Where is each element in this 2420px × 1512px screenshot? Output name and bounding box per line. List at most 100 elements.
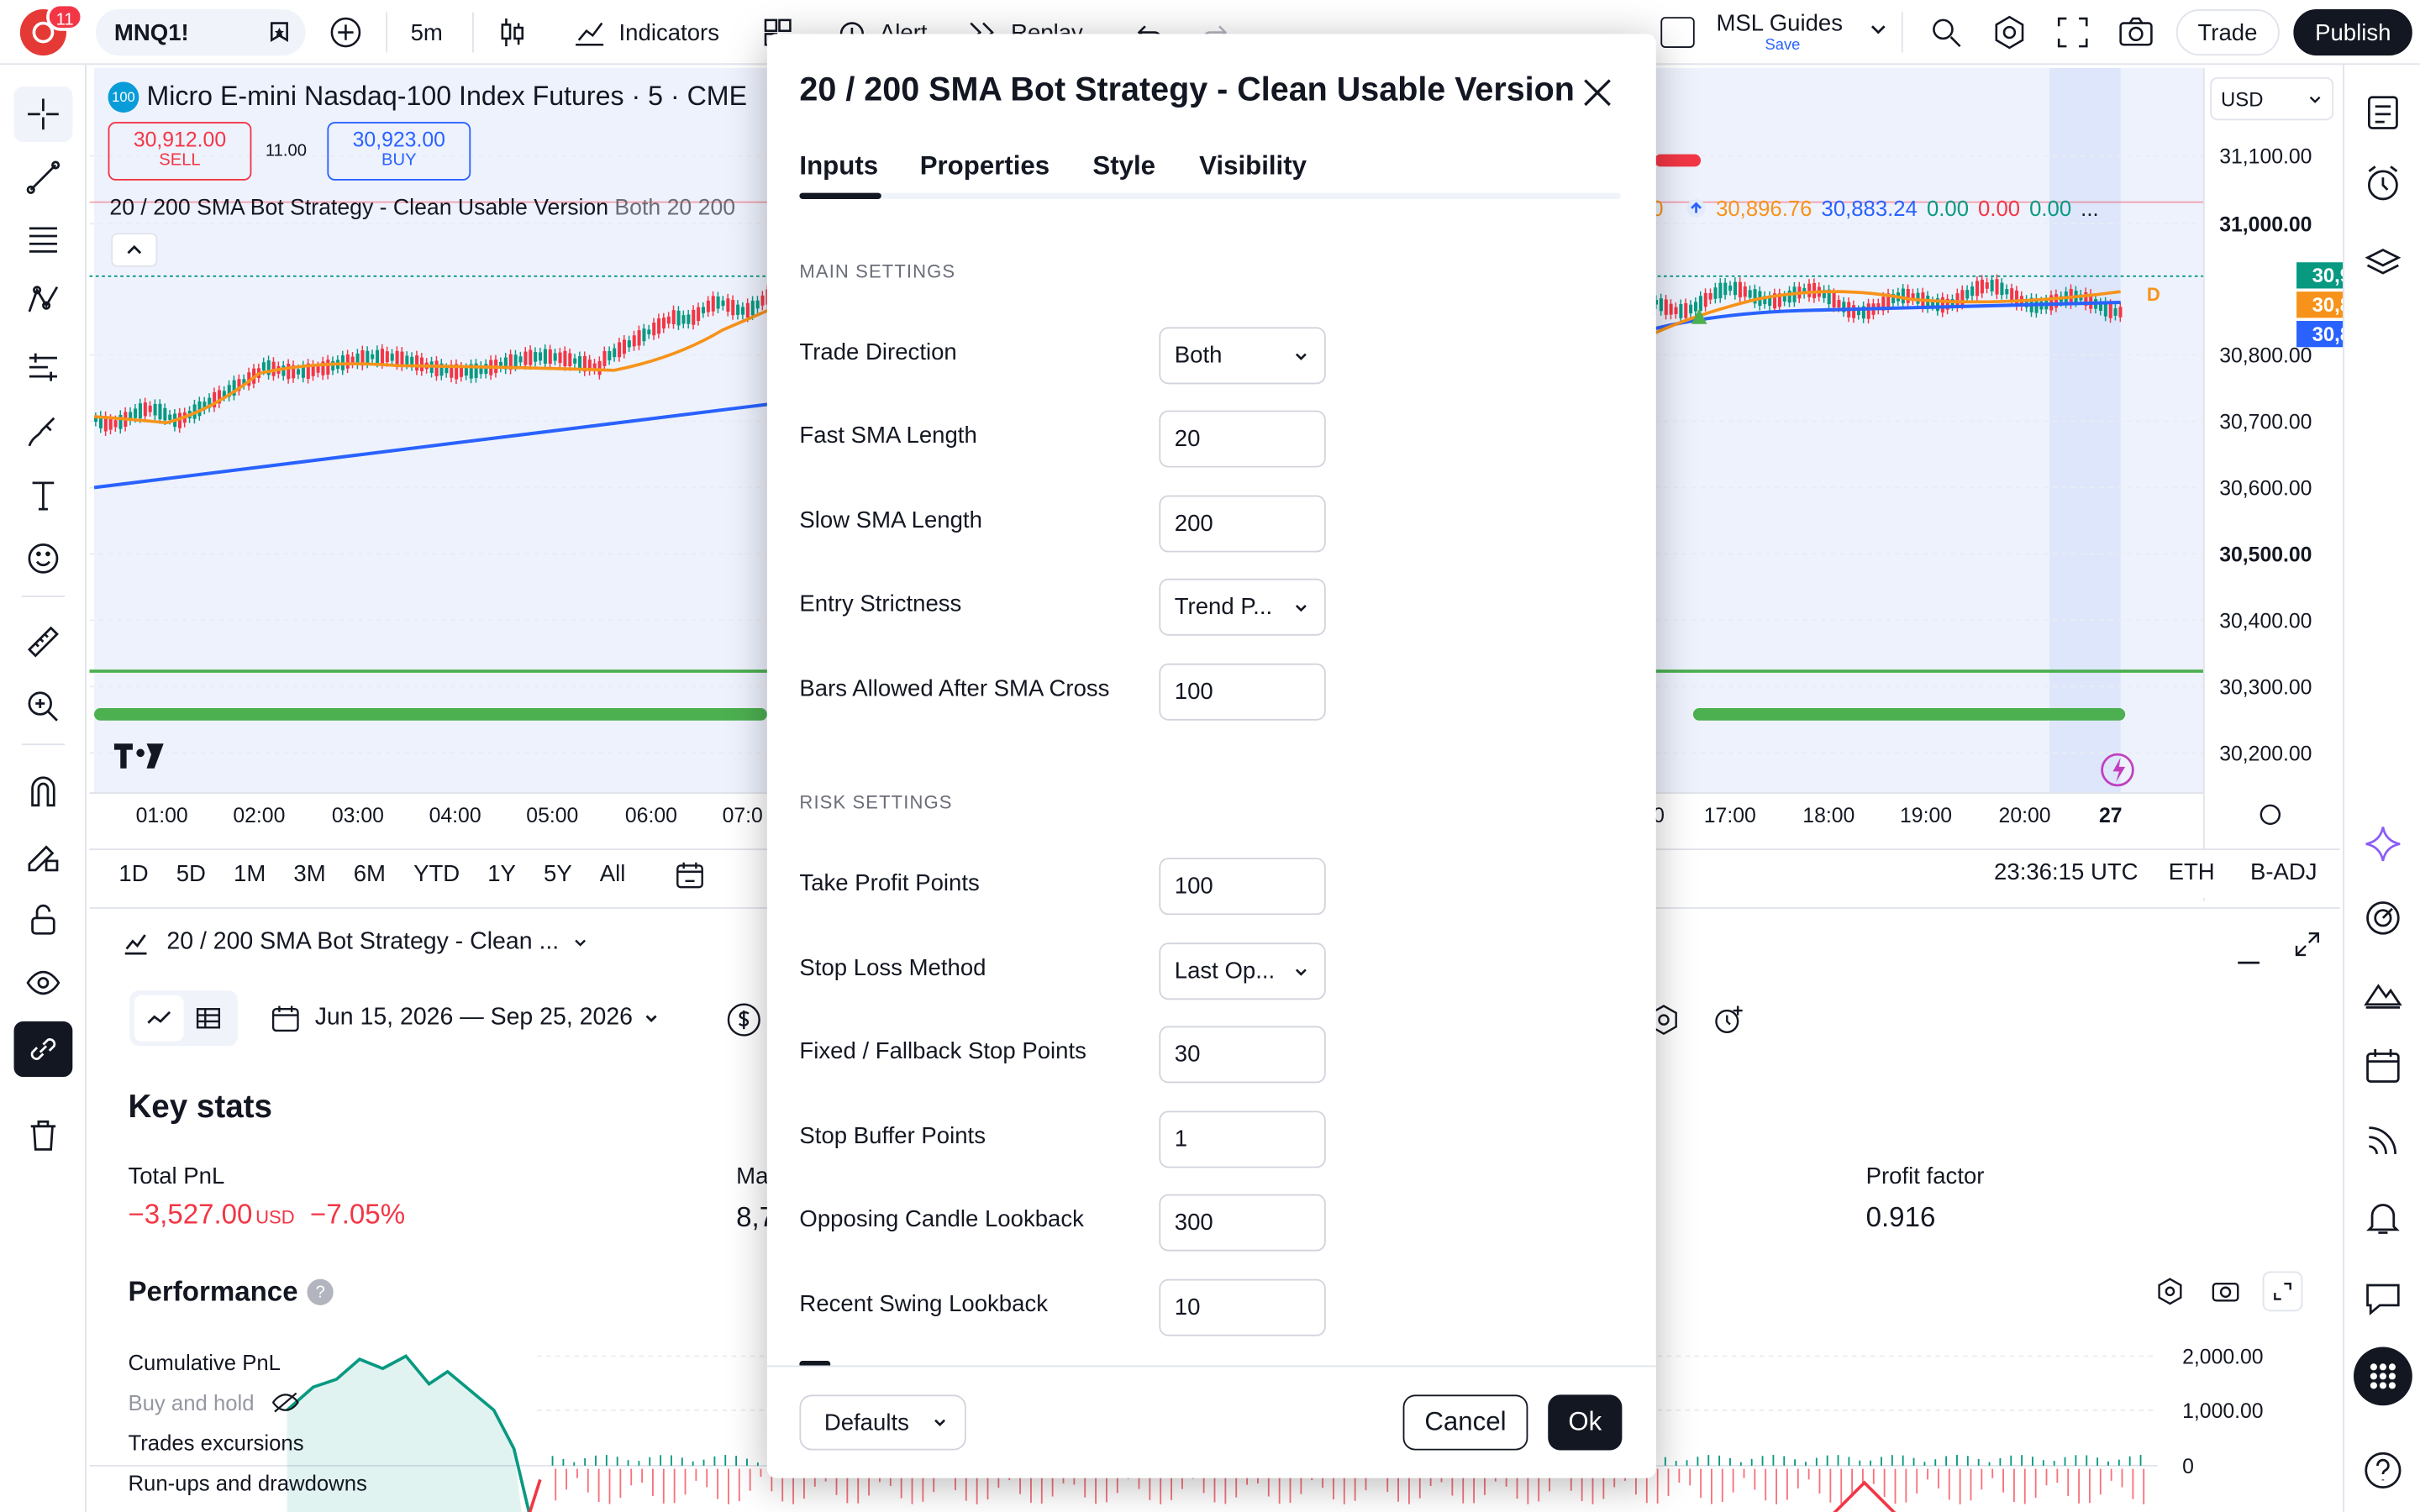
utc-clock[interactable]: 23:36:15 UTC [1994,859,2139,885]
buy-button[interactable]: 30,923.00 BUY [327,122,471,181]
strategy-selector[interactable]: 20 / 200 SMA Bot Strategy - Clean ... [120,927,590,958]
perf-camera-icon[interactable] [2210,1276,2241,1315]
chart-view-button[interactable] [134,995,184,1042]
trade-button[interactable]: Trade [2175,9,2280,56]
fib-tool[interactable] [14,212,73,267]
defaults-dropdown[interactable]: Defaults [799,1394,966,1451]
trend-line-tool[interactable] [14,150,73,205]
range-button-1d[interactable]: 1D [118,861,148,887]
link-tool[interactable] [13,1021,73,1078]
input-field[interactable]: 20 [1159,410,1326,468]
brush-tool[interactable] [14,404,73,459]
calendar-button[interactable] [2357,1040,2409,1092]
range-button-1m[interactable]: 1M [234,861,266,887]
legend-cumulative-pnl[interactable]: Cumulative PnL [128,1350,281,1374]
maximize-icon[interactable] [2293,931,2321,966]
input-field[interactable]: 30 [1159,1026,1326,1084]
sell-button[interactable]: 30,912.00 SELL [108,122,252,181]
input-select[interactable]: Trend P... [1159,578,1326,636]
chevron-down-icon[interactable] [1867,18,1889,48]
collapse-legend-button[interactable] [111,233,158,267]
interval-button[interactable]: 5m [411,20,443,46]
input-field[interactable]: 100 [1159,663,1326,721]
input-field[interactable]: 10 [1159,1278,1326,1336]
publish-button[interactable]: Publish [2293,9,2413,56]
hotlists-button[interactable] [2357,892,2409,944]
range-button-ytd[interactable]: YTD [413,861,460,887]
layout-name-button[interactable]: MSL Guides Save [1716,11,1870,54]
close-button[interactable] [1581,76,1614,118]
ideas-button[interactable] [2357,966,2409,1018]
legend-runups-drawdowns[interactable]: Run-ups and drawdowns [128,1470,366,1494]
input-select[interactable]: Last Op... [1159,942,1326,1000]
tab-style[interactable]: Style [1092,151,1155,182]
range-button-5d[interactable]: 5D [176,861,206,887]
ai-assistant-button[interactable] [2357,817,2409,869]
trash-tool[interactable] [14,1108,73,1163]
news-button[interactable] [2357,1114,2409,1166]
table-view-button[interactable] [184,995,234,1042]
cancel-button[interactable]: Cancel [1402,1394,1528,1451]
text-tool[interactable] [14,468,73,523]
favorite-flag-icon[interactable] [266,18,293,46]
indicators-button[interactable]: Indicators [571,13,719,53]
dollar-icon[interactable] [725,1001,762,1046]
date-range-selector[interactable]: Jun 15, 2026 — Sep 25, 2026 [269,1001,660,1035]
currency-select[interactable]: USD [2210,76,2334,121]
input-field[interactable]: 100 [1159,858,1326,916]
tab-visibility[interactable]: Visibility [1199,151,1307,182]
perf-settings-icon[interactable] [2154,1276,2186,1315]
symbol-title[interactable]: Micro E-mini Nasdaq-100 Index Futures · … [146,81,747,113]
input-field[interactable]: 1 [1159,1110,1326,1168]
legend-buy-hold-row[interactable]: Buy and hold [128,1390,300,1415]
strategy-legend-row[interactable]: 20 / 200 SMA Bot Strategy - Clean Usable… [109,196,765,220]
input-select[interactable]: Both [1159,327,1326,385]
zoom-tool[interactable] [14,679,73,734]
tab-properties[interactable]: Properties [920,151,1050,182]
legend-trades-excursions[interactable]: Trades excursions [128,1431,303,1455]
adjustment-toggle[interactable]: B-ADJ [2250,859,2317,885]
lock-tool[interactable] [14,892,73,948]
object-tree-button[interactable] [2357,238,2409,290]
range-button-6m[interactable]: 6M [354,861,386,887]
session-toggle[interactable]: ETH [2169,859,2215,885]
range-button-3m[interactable]: 3M [293,861,325,887]
notifications-button[interactable] [2357,1191,2409,1243]
apps-button[interactable] [2354,1347,2412,1406]
layout-icon[interactable] [1660,17,1695,48]
forecast-tool[interactable] [14,339,73,395]
watchlist-button[interactable] [2357,87,2409,139]
legend-more[interactable]: ... [2081,196,2098,220]
perf-expand-icon[interactable] [2262,1271,2303,1312]
add-alert-icon[interactable] [1710,1001,1747,1046]
alerts-button[interactable] [2357,157,2409,209]
camera-icon[interactable] [2116,13,2156,60]
quick-search-icon[interactable] [1926,13,1966,60]
symbol-search[interactable]: MNQ1! [95,9,306,56]
goto-date-icon[interactable] [672,855,709,892]
tab-inputs[interactable]: Inputs [799,151,878,182]
range-button-5y[interactable]: 5Y [544,861,572,887]
hide-drawings-tool[interactable] [14,955,73,1011]
help-icon[interactable]: ? [307,1278,334,1305]
stay-drawing-tool[interactable] [14,828,73,884]
emoji-tool[interactable] [14,531,73,586]
help-button[interactable] [2357,1444,2409,1496]
add-symbol-icon[interactable] [327,14,364,59]
magnet-tool[interactable] [14,764,73,819]
crosshair-tool[interactable] [13,86,73,142]
ok-button[interactable]: Ok [1548,1394,1623,1451]
price-axis[interactable]: 31,100.00 31,000.00 30,800.00 30,700.00 30,6… [2219,146,2312,766]
chat-button[interactable] [2357,1271,2409,1323]
pattern-tool[interactable] [14,273,73,328]
fullscreen-icon[interactable] [2053,13,2093,60]
input-field[interactable]: 300 [1159,1194,1326,1252]
candles-icon[interactable] [494,14,531,59]
settings-gear-icon[interactable] [1990,13,2030,60]
ruler-tool[interactable] [14,614,73,669]
input-field[interactable]: 200 [1159,495,1326,553]
axis-settings-icon[interactable] [2260,804,2281,826]
range-button-all[interactable]: All [600,861,626,887]
minimize-icon[interactable] [2235,940,2263,975]
range-button-1y[interactable]: 1Y [487,861,516,887]
